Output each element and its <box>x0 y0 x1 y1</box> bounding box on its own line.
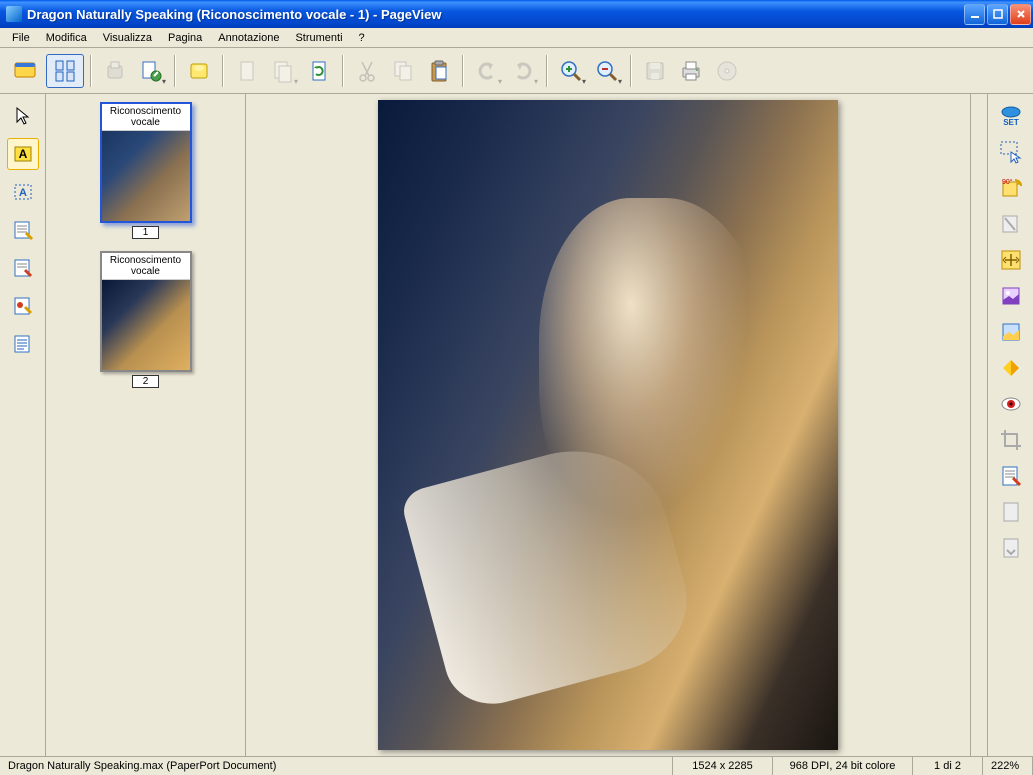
convert-tool[interactable] <box>995 532 1027 564</box>
pageview-button[interactable] <box>46 54 84 88</box>
ocr-tool[interactable] <box>995 496 1027 528</box>
scan-settings-button[interactable] <box>134 54 168 88</box>
select-rect-tool[interactable] <box>995 136 1027 168</box>
status-dimensions: 1524 x 2285 <box>673 757 773 775</box>
page-recycle-button[interactable] <box>302 54 336 88</box>
status-zoom: 222% <box>983 757 1033 775</box>
copy-button[interactable] <box>386 54 420 88</box>
text-annotation-tool[interactable]: A <box>7 138 39 170</box>
cut-button[interactable] <box>350 54 384 88</box>
minimize-button[interactable] <box>964 4 985 25</box>
eraser-tool[interactable] <box>7 328 39 360</box>
work-area: A A Riconoscimento vocale 1 Riconoscimen… <box>0 94 1033 756</box>
undo-button[interactable] <box>470 54 504 88</box>
main-toolbar <box>0 48 1033 94</box>
set-tool[interactable]: SET <box>995 100 1027 132</box>
window-titlebar: Dragon Naturally Speaking (Riconosciment… <box>0 0 1033 28</box>
save-button[interactable] <box>638 54 672 88</box>
svg-text:90°: 90° <box>1002 178 1013 186</box>
resize-tool[interactable] <box>995 244 1027 276</box>
status-page: 1 di 2 <box>913 757 983 775</box>
maximize-button[interactable] <box>987 4 1008 25</box>
status-dpi: 968 DPI, 24 bit colore <box>773 757 913 775</box>
redo-button[interactable] <box>506 54 540 88</box>
svg-text:A: A <box>19 187 27 199</box>
stamp-tool[interactable] <box>7 290 39 322</box>
thumbnail-page-2[interactable]: Riconoscimento vocale 2 <box>54 251 237 388</box>
close-button[interactable] <box>1010 4 1031 25</box>
pencil-tool[interactable] <box>7 252 39 284</box>
page-image <box>378 100 838 750</box>
desktop-button[interactable] <box>6 54 44 88</box>
rotate-tool[interactable]: 90° <box>995 172 1027 204</box>
thumbnail-page-1[interactable]: Riconoscimento vocale 1 <box>54 102 237 239</box>
menu-strumenti[interactable]: Strumenti <box>287 30 350 46</box>
zoom-in-button[interactable] <box>554 54 588 88</box>
menu-pagina[interactable]: Pagina <box>160 30 210 46</box>
status-filename: Dragon Naturally Speaking.max (PaperPort… <box>0 757 673 775</box>
statusbar: Dragon Naturally Speaking.max (PaperPort… <box>0 756 1033 775</box>
highlight-tool[interactable] <box>7 214 39 246</box>
crop-tool[interactable] <box>995 424 1027 456</box>
menu-help[interactable]: ? <box>351 30 373 46</box>
straighten-tool[interactable] <box>995 208 1027 240</box>
menubar: File Modifica Visualizza Pagina Annotazi… <box>0 28 1033 48</box>
svg-text:A: A <box>18 147 27 161</box>
menu-visualizza[interactable]: Visualizza <box>95 30 160 46</box>
redeye-tool[interactable] <box>995 388 1027 420</box>
menu-annotazione[interactable]: Annotazione <box>210 30 287 46</box>
thumbnail-image <box>102 280 190 370</box>
zoom-out-button[interactable] <box>590 54 624 88</box>
thumbnail-image <box>102 131 190 221</box>
enhance-tool[interactable] <box>995 280 1027 312</box>
paste-button[interactable] <box>422 54 456 88</box>
color-tool[interactable] <box>995 316 1027 348</box>
thumbnail-number: 1 <box>132 226 160 239</box>
sharpen-tool[interactable] <box>995 352 1027 384</box>
menu-file[interactable]: File <box>4 30 38 46</box>
cd-button[interactable] <box>710 54 744 88</box>
left-toolbar: A A <box>0 94 46 756</box>
page-edit-tool[interactable] <box>995 460 1027 492</box>
svg-text:SET: SET <box>1003 118 1019 127</box>
app-icon <box>6 6 22 22</box>
window-title: Dragon Naturally Speaking (Riconosciment… <box>27 7 964 22</box>
scan-button[interactable] <box>98 54 132 88</box>
menu-modifica[interactable]: Modifica <box>38 30 95 46</box>
page-add-button[interactable] <box>266 54 300 88</box>
pointer-tool[interactable] <box>7 100 39 132</box>
right-toolbar: SET 90° <box>987 94 1033 756</box>
vertical-scrollbar[interactable] <box>970 94 987 756</box>
select-area-tool[interactable]: A <box>7 176 39 208</box>
thumbnail-title: Riconoscimento vocale <box>102 104 190 131</box>
print-button[interactable] <box>674 54 708 88</box>
thumbnail-panel: Riconoscimento vocale 1 Riconoscimento v… <box>46 94 246 756</box>
page-new-button[interactable] <box>230 54 264 88</box>
page-canvas[interactable] <box>246 94 970 756</box>
note-button[interactable] <box>182 54 216 88</box>
thumbnail-title: Riconoscimento vocale <box>102 253 190 280</box>
thumbnail-number: 2 <box>132 375 160 388</box>
